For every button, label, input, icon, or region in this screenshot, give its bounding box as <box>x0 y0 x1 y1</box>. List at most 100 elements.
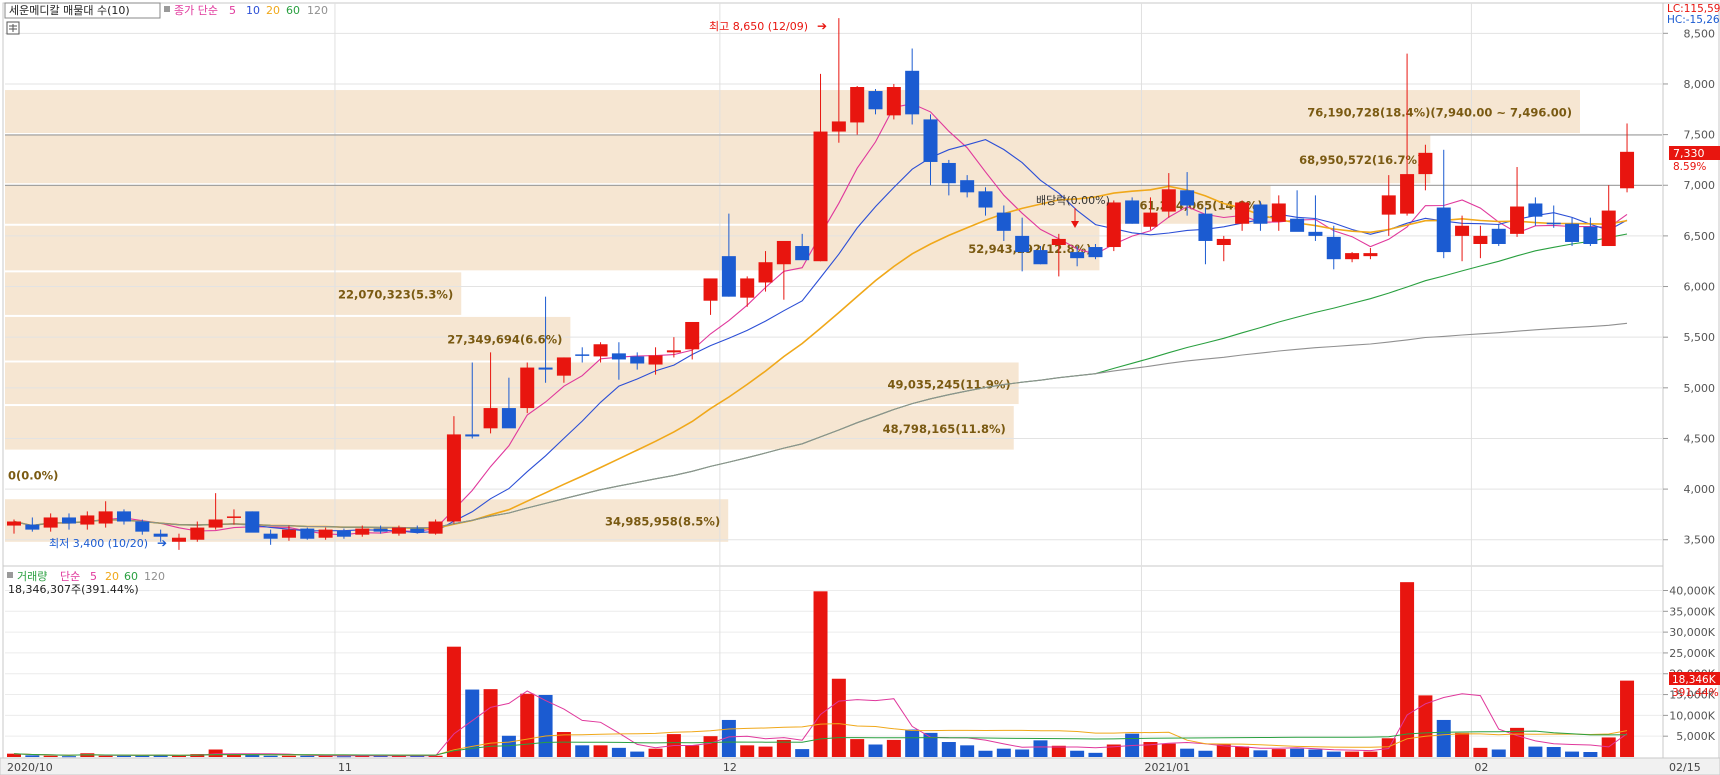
candle-body <box>630 356 645 364</box>
volume-profile-bar <box>5 225 1100 271</box>
candle-body <box>886 87 901 116</box>
candle-body <box>1418 152 1433 175</box>
dividend-annotation: 배당락(0.00%) <box>1036 194 1110 207</box>
volume-bar <box>1070 750 1085 757</box>
candle-body <box>190 527 205 540</box>
ma120-legend[interactable]: 120 <box>307 4 328 17</box>
volume-bar <box>1253 750 1268 757</box>
candle-body <box>1583 226 1598 244</box>
candle-body <box>776 240 791 265</box>
volume-bar <box>1400 582 1415 757</box>
volume-bar <box>685 745 700 757</box>
candle-body <box>1253 204 1268 224</box>
ma5-legend[interactable]: 5 <box>229 4 236 17</box>
volume-bar <box>538 694 553 757</box>
volume-bar <box>630 751 645 757</box>
volume-bar <box>996 748 1011 757</box>
candle-body <box>1546 222 1561 225</box>
candle-body <box>208 519 223 528</box>
volume-bar <box>1528 746 1543 757</box>
candle-body <box>1033 250 1048 265</box>
candle-body <box>941 162 956 184</box>
ma10-legend[interactable]: 10 <box>246 4 260 17</box>
candle-body <box>978 191 993 208</box>
right-arrow-icon: ➔ <box>157 536 167 550</box>
volume-bar <box>1473 747 1488 757</box>
volume-bar <box>795 749 810 757</box>
candle-body <box>831 121 846 132</box>
price-tick-label: 4,000 <box>1684 483 1716 496</box>
vol-ma5-legend[interactable]: 5 <box>90 570 97 583</box>
x-axis-label: 02 <box>1474 761 1488 774</box>
ma-legend-label: 종가 단순 <box>174 4 218 17</box>
price-tick-label: 5,000 <box>1684 382 1716 395</box>
candle-body <box>1326 236 1341 260</box>
volume-bar <box>831 678 846 757</box>
volume-bar <box>960 745 975 757</box>
legend-square-icon <box>7 572 13 578</box>
price-tick-label: 8,500 <box>1684 27 1716 40</box>
candle-body <box>336 530 351 537</box>
candle-body <box>556 357 571 376</box>
hc-readout: HC:-15,26 <box>1667 14 1720 26</box>
ma20-legend[interactable]: 20 <box>266 4 280 17</box>
volume-profile-label: 68,950,572(16.7%) <box>1299 153 1422 167</box>
volume-bar <box>281 755 296 757</box>
price-tick-label: 8,000 <box>1684 78 1716 91</box>
candle-body <box>1400 174 1415 214</box>
candle-body <box>648 355 663 365</box>
candle-body <box>923 119 938 162</box>
volume-profile-label: 76,190,728(18.4%)(7,940.00 ~ 7,496.00) <box>1307 106 1572 120</box>
volume-bar <box>336 756 351 758</box>
volume-bar <box>1363 751 1378 757</box>
candle-body <box>226 516 241 518</box>
volume-tick-label: 30,000K <box>1669 626 1715 639</box>
volume-bar <box>1308 749 1323 757</box>
candle-body <box>80 515 95 525</box>
candle-body <box>1601 210 1616 247</box>
current-volume: 18,346K <box>1672 674 1717 686</box>
candle-body <box>245 511 260 533</box>
volume-bar <box>1436 719 1451 757</box>
volume-ma-label: 단순 <box>60 570 80 583</box>
vol-ma120-legend[interactable]: 120 <box>144 570 165 583</box>
volume-tick-label: 35,000K <box>1669 605 1715 618</box>
candle-body <box>1620 151 1635 189</box>
volume-bar <box>813 591 828 757</box>
vol-ma60-legend[interactable]: 60 <box>124 570 138 583</box>
current-price: 7,330 <box>1673 147 1705 160</box>
candle-body <box>758 262 773 283</box>
volume-summary: 18,346,307주(391.44%) <box>8 583 139 596</box>
volume-bar <box>611 747 626 757</box>
volume-bar <box>648 748 663 757</box>
candle-body <box>1161 189 1176 212</box>
volume-bar <box>1345 751 1360 757</box>
candle-body <box>740 278 755 298</box>
stock-chart[interactable]: 76,190,728(18.4%)(7,940.00 ~ 7,496.00) 68… <box>0 0 1720 775</box>
candle-body <box>1363 253 1378 257</box>
volume-bar <box>1180 748 1195 757</box>
candle-body <box>1143 212 1158 227</box>
volume-profile-label: 49,035,245(11.9%) <box>887 377 1010 391</box>
candle-body <box>428 521 443 534</box>
candle-body <box>7 521 21 526</box>
candle-body <box>171 537 186 542</box>
vol-ma20-legend[interactable]: 20 <box>105 570 119 583</box>
high-annotation: 최고 8,650 (12/09) <box>709 20 808 33</box>
volume-bar <box>905 729 920 757</box>
volume-bar <box>1290 748 1305 757</box>
volume-bar <box>300 755 315 757</box>
ma60-legend[interactable]: 60 <box>286 4 300 17</box>
candle-body <box>1088 247 1103 258</box>
candle-body <box>611 353 626 360</box>
candle-body <box>410 528 425 533</box>
price-tick-label: 7,500 <box>1684 129 1716 142</box>
candle-body <box>666 350 681 353</box>
volume-bar <box>1088 752 1103 757</box>
candle-body <box>1345 253 1360 260</box>
price-tick-label: 3,500 <box>1684 534 1716 547</box>
candle-body <box>868 91 883 110</box>
volume-bar <box>208 749 223 757</box>
volume-bar <box>135 755 150 757</box>
candle-body <box>721 256 736 297</box>
